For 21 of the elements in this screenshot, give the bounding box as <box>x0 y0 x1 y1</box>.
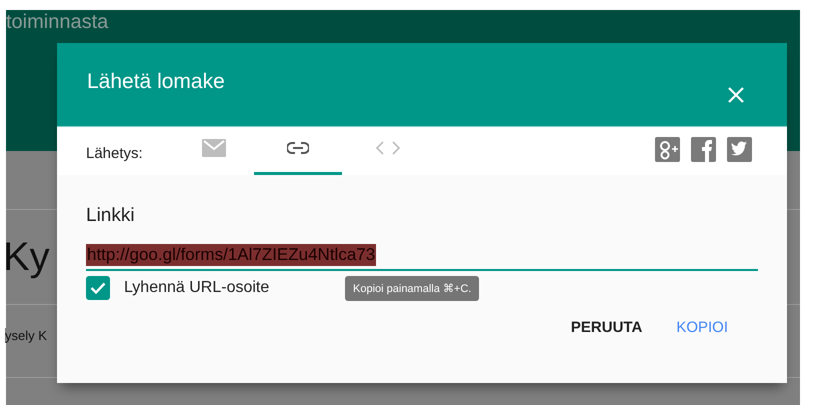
close-icon <box>727 86 745 104</box>
dialog-title: Lähetä lomake <box>87 70 226 94</box>
check-icon <box>90 282 106 294</box>
url-field[interactable]: http://goo.gl/forms/1Al7ZIEZu4Ntlca73 <box>86 244 758 271</box>
tooltip: Kopioi painamalla ⌘+C. <box>345 276 480 301</box>
url-text: http://goo.gl/forms/1Al7ZIEZu4Ntlca73 <box>86 244 376 266</box>
code-icon <box>376 140 400 154</box>
twitter-icon[interactable] <box>727 136 752 162</box>
form-heading: Ky <box>3 234 50 280</box>
facebook-icon[interactable] <box>691 136 716 162</box>
link-icon <box>287 142 309 154</box>
shorten-checkbox[interactable] <box>86 276 110 300</box>
google-plus-icon[interactable] <box>655 136 680 162</box>
section-title: Linkki <box>86 205 136 227</box>
shorten-label: Lyhennä URL-osoite <box>124 279 270 297</box>
form-subtitle: ysely K <box>5 328 47 342</box>
copy-button[interactable]: KOPIOI <box>666 313 738 342</box>
page-title: toiminnasta <box>6 11 108 34</box>
cancel-button[interactable]: PERUUTA <box>560 313 652 342</box>
envelope-icon <box>202 138 226 156</box>
share-label: Lähetys: <box>86 144 144 162</box>
